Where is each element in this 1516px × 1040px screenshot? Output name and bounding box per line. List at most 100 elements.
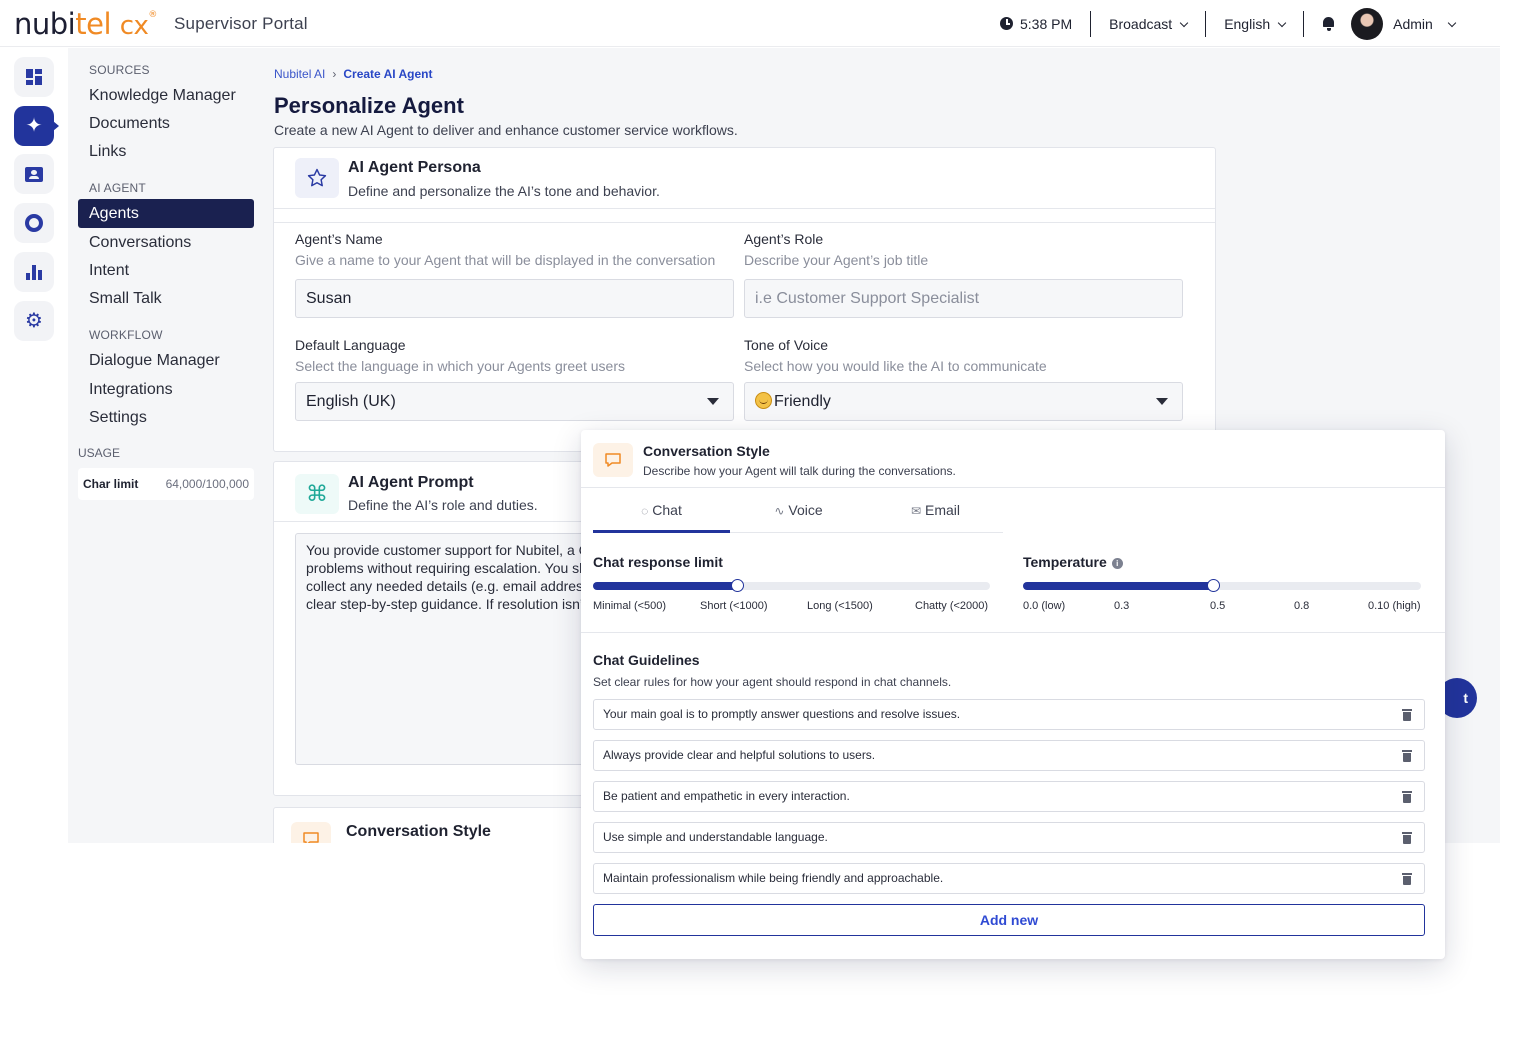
tone-label: Tone of Voice bbox=[744, 337, 829, 353]
divider bbox=[274, 222, 1215, 223]
trash-icon[interactable] bbox=[1402, 750, 1412, 762]
page-subtitle: Create a new AI Agent to deliver and enh… bbox=[274, 122, 738, 138]
broadcast-dropdown[interactable]: Broadcast bbox=[1109, 16, 1189, 32]
guideline-item[interactable]: Use simple and understandable language. bbox=[593, 822, 1425, 853]
persona-subtitle: Define and personalize the AI’s tone and… bbox=[348, 183, 660, 199]
slider-fill bbox=[593, 582, 738, 590]
panel-subtitle: Describe how your Agent will talk during… bbox=[643, 464, 956, 478]
tab-email[interactable]: ✉ Email bbox=[867, 488, 1004, 533]
tab-voice[interactable]: ∿ Voice bbox=[730, 488, 867, 533]
divider bbox=[581, 632, 1445, 633]
workflow-section-label: WORKFLOW bbox=[89, 328, 163, 342]
guideline-item[interactable]: Be patient and empathetic in every inter… bbox=[593, 781, 1425, 812]
sources-section-label: SOURCES bbox=[89, 63, 150, 77]
trash-icon[interactable] bbox=[1402, 832, 1412, 844]
language-dropdown[interactable]: English bbox=[1224, 16, 1287, 32]
usage-section-label: USAGE bbox=[78, 446, 121, 460]
prompt-subtitle: Define the AI’s role and duties. bbox=[348, 497, 538, 513]
sidebar-item-integrations[interactable]: Integrations bbox=[78, 375, 254, 404]
guideline-item[interactable]: Maintain professionalism while being fri… bbox=[593, 863, 1425, 894]
limit-tick: Chatty (<2000) bbox=[915, 600, 989, 612]
sidebar-item-documents[interactable]: Documents bbox=[78, 109, 254, 138]
top-bar: nubitel cx® Supervisor Portal 5:38 PM Br… bbox=[0, 0, 1500, 47]
response-limit-slider[interactable] bbox=[593, 579, 990, 592]
smile-emoji-icon bbox=[755, 392, 772, 409]
default-language-label: Default Language bbox=[295, 337, 406, 353]
guidelines-title: Chat Guidelines bbox=[593, 652, 700, 668]
slider-thumb[interactable] bbox=[730, 579, 744, 592]
trash-icon[interactable] bbox=[1402, 873, 1412, 885]
sidebar-item-agents[interactable]: Agents bbox=[78, 199, 254, 228]
ring-icon bbox=[25, 214, 43, 232]
user-menu[interactable]: Admin bbox=[1393, 16, 1457, 32]
default-language-help: Select the language in which your Agents… bbox=[295, 358, 625, 374]
caret-down-icon bbox=[1156, 398, 1168, 405]
divider bbox=[1205, 10, 1207, 37]
agent-name-input[interactable]: Susan bbox=[295, 279, 734, 318]
rail-ring[interactable] bbox=[14, 203, 54, 243]
tone-select[interactable]: Friendly bbox=[744, 382, 1183, 421]
temperature-tick: 0.3 bbox=[1114, 600, 1130, 612]
bell-icon[interactable] bbox=[1322, 17, 1335, 31]
sidebar-item-links[interactable]: Links bbox=[78, 137, 254, 166]
tone-help: Select how you would like the AI to comm… bbox=[744, 358, 1047, 374]
rail-dashboard[interactable] bbox=[14, 57, 54, 97]
sidebar-item-small-talk[interactable]: Small Talk bbox=[78, 284, 254, 313]
temperature-slider[interactable] bbox=[1023, 579, 1421, 592]
contact-card-icon bbox=[25, 166, 43, 182]
breadcrumb-separator: › bbox=[332, 67, 337, 81]
add-new-button[interactable]: Add new bbox=[593, 904, 1425, 936]
char-limit-usage: Char limit 64,000/100,000 bbox=[78, 468, 254, 500]
sidebar-item-settings[interactable]: Settings bbox=[78, 403, 254, 432]
persona-title: AI Agent Persona bbox=[348, 159, 481, 176]
sidebar-item-conversations[interactable]: Conversations bbox=[78, 228, 254, 257]
agent-name-help: Give a name to your Agent that will be d… bbox=[295, 252, 716, 268]
rail-reports[interactable] bbox=[14, 252, 54, 292]
trash-icon[interactable] bbox=[1402, 709, 1412, 721]
caret-down-icon bbox=[707, 398, 719, 405]
gear-icon: ⚙ bbox=[25, 310, 43, 332]
slider-fill bbox=[1023, 582, 1215, 590]
slider-thumb[interactable] bbox=[1207, 579, 1221, 592]
sidebar-item-knowledge-manager[interactable]: Knowledge Manager bbox=[78, 81, 254, 110]
tone-value: Friendly bbox=[774, 393, 831, 410]
info-icon[interactable]: i bbox=[1111, 558, 1123, 569]
sidebar-item-intent[interactable]: Intent bbox=[78, 256, 254, 285]
page-title: Personalize Agent bbox=[274, 93, 464, 118]
bar-chart-icon bbox=[26, 264, 42, 280]
brand-logo[interactable]: nubitel cx® bbox=[14, 7, 157, 41]
rail-settings[interactable]: ⚙ bbox=[14, 301, 54, 341]
portal-title: Supervisor Portal bbox=[174, 14, 308, 33]
rail-contacts[interactable] bbox=[14, 154, 54, 194]
temperature-tick: 0.0 (low) bbox=[1023, 600, 1066, 612]
ai-agent-section-label: AI AGENT bbox=[89, 181, 146, 195]
prompt-title: AI Agent Prompt bbox=[348, 474, 474, 491]
envelope-icon: ✉ bbox=[910, 504, 922, 518]
agent-name-label: Agent’s Name bbox=[295, 231, 383, 247]
rail-ai-agent[interactable]: ✦ bbox=[14, 106, 59, 146]
guideline-item[interactable]: Always provide clear and helpful solutio… bbox=[593, 740, 1425, 771]
chat-bubble-icon: ◌ bbox=[641, 504, 649, 518]
limit-tick: Short (<1000) bbox=[700, 600, 768, 612]
chevron-down-icon bbox=[1179, 18, 1189, 27]
guidelines-subtitle: Set clear rules for how your agent shoul… bbox=[593, 675, 952, 689]
default-language-select[interactable]: English (UK) bbox=[295, 382, 734, 421]
sidebar-item-dialogue-manager[interactable]: Dialogue Manager bbox=[78, 346, 254, 375]
chat-bubble-icon bbox=[593, 443, 633, 477]
divider bbox=[274, 208, 1215, 209]
avatar[interactable] bbox=[1351, 7, 1384, 40]
ai-sparkle-icon: ✦ bbox=[25, 115, 43, 137]
breadcrumb-root[interactable]: Nubitel AI bbox=[274, 67, 325, 81]
current-time: 5:38 PM bbox=[1020, 15, 1073, 32]
conversation-style-panel: Conversation Style Describe how your Age… bbox=[581, 430, 1445, 959]
agent-role-input[interactable]: i.e Customer Support Specialist bbox=[744, 279, 1183, 318]
channel-tabs: ◌ Chat ∿ Voice ✉ Email bbox=[593, 488, 1003, 533]
tab-chat[interactable]: ◌ Chat bbox=[593, 488, 730, 533]
trash-icon[interactable] bbox=[1402, 791, 1412, 803]
chat-bubble-icon bbox=[291, 822, 331, 843]
chevron-down-icon bbox=[1447, 18, 1457, 27]
guideline-item[interactable]: Your main goal is to promptly answer que… bbox=[593, 699, 1425, 730]
divider bbox=[1090, 10, 1092, 37]
limit-tick: Long (<1500) bbox=[807, 600, 873, 612]
agent-role-help: Describe your Agent’s job title bbox=[744, 252, 929, 268]
